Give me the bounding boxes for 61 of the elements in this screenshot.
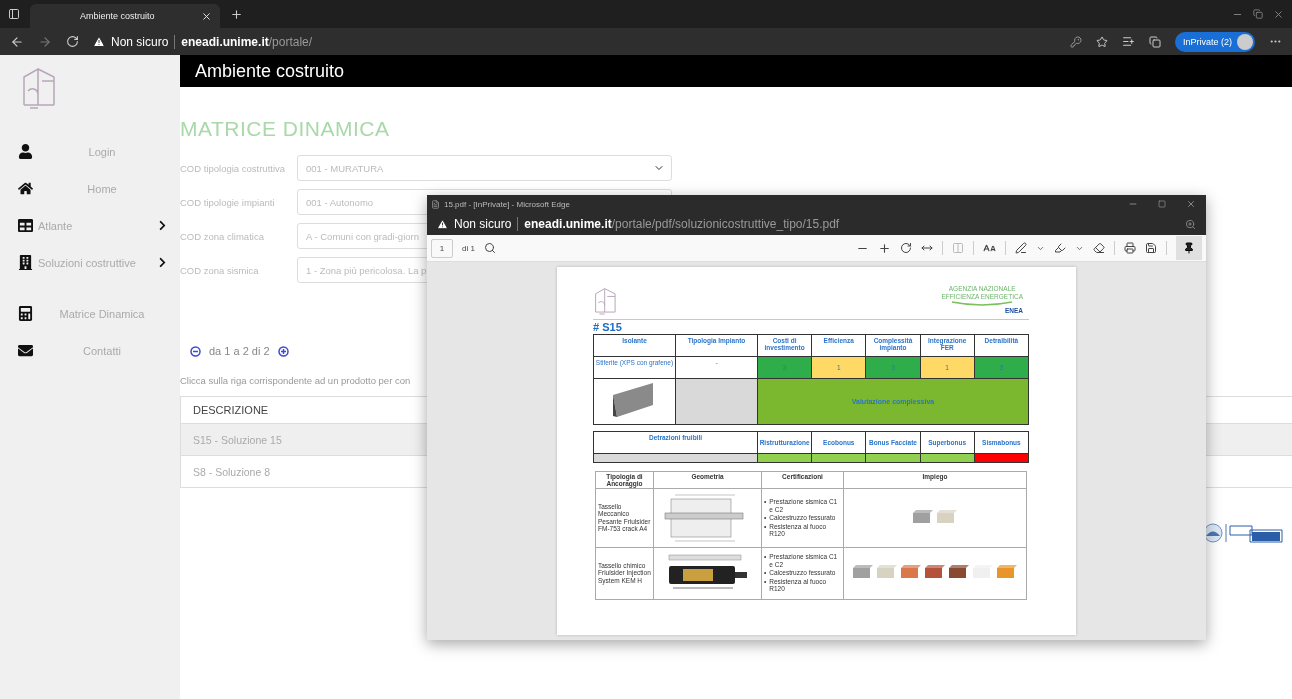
filter-label: COD zona sismica	[180, 264, 260, 276]
pin-icon	[1183, 242, 1195, 254]
page-title: MATRICE DINAMICA	[180, 117, 391, 141]
favorites-icon[interactable]	[1121, 35, 1135, 48]
profile-button[interactable]: InPrivate (2)	[1174, 31, 1255, 52]
sidebar-item[interactable]: Login	[18, 133, 180, 170]
table-icon	[18, 218, 33, 233]
zoom-in-icon[interactable]	[878, 241, 891, 255]
sidebar-item[interactable]: Contatti	[18, 332, 180, 369]
calculator-icon	[18, 306, 33, 321]
warning-icon	[437, 218, 448, 230]
close-icon[interactable]	[1273, 8, 1284, 20]
browser-tab[interactable]: Ambiente costruito	[30, 4, 220, 28]
highlighter-icon[interactable]	[1054, 242, 1066, 254]
window-title: 15.pdf - [InPrivate] - Microsoft Edge	[444, 199, 570, 209]
zoom-icon[interactable]	[1185, 218, 1196, 230]
page-number-field[interactable]: 1	[431, 238, 453, 258]
previous-icon[interactable]	[190, 345, 201, 357]
restore-icon[interactable]	[1253, 9, 1263, 19]
pager-text: da 1 a 2 di 2	[209, 345, 270, 357]
sidebar-item[interactable]: Atlante	[18, 207, 180, 244]
page-count: di 1	[462, 243, 475, 253]
close-icon[interactable]	[201, 10, 212, 22]
sidebar-item[interactable]: Home	[18, 170, 180, 207]
solution-code: # S15	[593, 321, 623, 333]
building-icon	[18, 255, 33, 270]
sidebar-item[interactable]: Matrice Dinamica	[18, 295, 180, 332]
filter-label: COD tipologie impianti	[180, 196, 276, 208]
select-field[interactable]: 001 - MURATURA	[297, 155, 672, 181]
warning-icon	[93, 35, 105, 48]
print-icon[interactable]	[1124, 242, 1136, 254]
key-icon[interactable]	[1069, 35, 1082, 48]
draw-icon[interactable]	[1015, 242, 1027, 254]
eraser-icon[interactable]	[1093, 242, 1105, 254]
back-icon[interactable]	[10, 34, 24, 49]
building-logo	[593, 285, 619, 317]
filter-label: COD zona climatica	[180, 230, 265, 242]
pin-button[interactable]	[1176, 236, 1202, 260]
column-header: DESCRIZIONE	[193, 404, 269, 416]
save-icon[interactable]	[1145, 242, 1157, 254]
star-icon[interactable]	[1095, 35, 1108, 48]
rotate-icon[interactable]	[900, 242, 912, 254]
material-blocks-drawing	[911, 509, 959, 525]
page-header: Ambiente costruito	[180, 55, 1292, 87]
hint-text: Clicca sulla riga corrispondente ad un prodotto per con	[180, 375, 412, 386]
search-icon[interactable]	[483, 242, 496, 254]
home-icon	[18, 181, 33, 196]
user-icon	[18, 144, 33, 159]
collections-icon[interactable]	[1148, 35, 1161, 48]
refresh-icon[interactable]	[66, 35, 79, 48]
file-icon	[431, 199, 440, 209]
filter-label: COD tipologia costruttiva	[180, 162, 287, 174]
next-icon[interactable]	[277, 345, 289, 357]
forward-icon[interactable]	[38, 34, 52, 49]
swoosh-icon	[951, 300, 1014, 307]
avatar	[1237, 33, 1253, 50]
new-tab-icon[interactable]	[230, 7, 243, 21]
sidebar-item[interactable]: Soluzioni costruttive	[18, 244, 180, 281]
sidebar-toggle-icon[interactable]	[8, 8, 20, 20]
envelope-icon	[18, 343, 33, 358]
address-field[interactable]: Non sicuro eneadi.unime.it/portale/	[93, 34, 313, 49]
